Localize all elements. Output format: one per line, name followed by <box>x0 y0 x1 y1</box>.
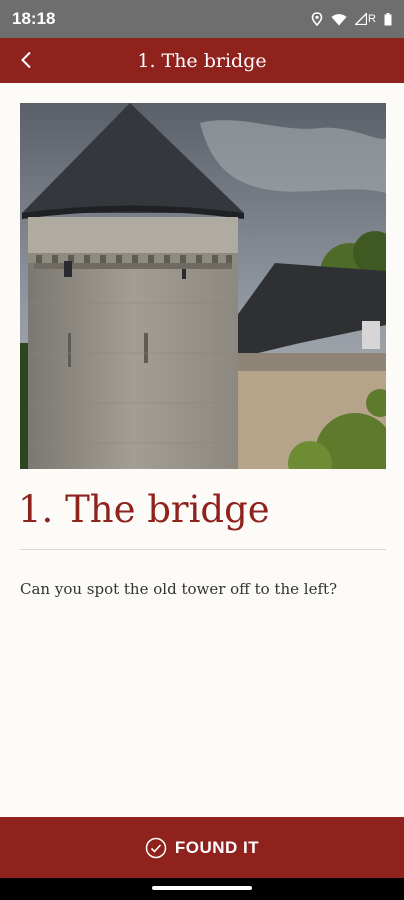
tower-illustration <box>20 103 386 469</box>
app-bar-title: 1. The bridge <box>137 49 267 72</box>
signal-icon <box>355 13 368 25</box>
back-button[interactable] <box>10 44 42 76</box>
description: Can you spot the old tower off to the le… <box>20 580 338 598</box>
check-circle-icon <box>145 837 167 858</box>
wifi-icon <box>331 13 347 25</box>
divider <box>20 549 386 550</box>
cell-signal: R <box>355 13 376 25</box>
hero-image <box>20 103 386 469</box>
status-bar: 18:18 R <box>0 0 404 38</box>
page-title: 1. The bridge <box>18 488 270 531</box>
app-bar: 1. The bridge <box>0 38 404 83</box>
content: 1. The bridge Can you spot the old tower… <box>0 83 404 817</box>
chevron-left-icon <box>21 51 31 69</box>
location-icon <box>311 12 323 26</box>
status-time: 18:18 <box>12 9 56 28</box>
battery-icon <box>384 12 392 25</box>
status-icons: R <box>311 12 392 26</box>
system-nav-bar <box>0 878 404 900</box>
found-it-label: FOUND IT <box>174 837 260 857</box>
carrier-letter: R <box>368 13 376 25</box>
home-indicator[interactable] <box>152 886 252 890</box>
found-it-button[interactable]: FOUND IT <box>0 817 404 878</box>
